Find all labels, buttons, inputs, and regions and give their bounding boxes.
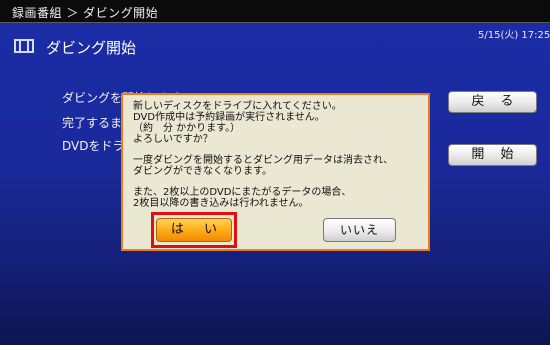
dialog-line: 一度ダビングを開始するとダビング用データは消去され、 [133,155,394,166]
no-button[interactable]: いいえ [323,218,396,242]
start-button[interactable]: 開 始 [448,144,537,166]
datetime-display: 5/15(火) 17:25 [478,30,550,41]
dialog-line: （約 分 かかります。） [133,123,241,134]
dialog-line: また、2枚以上のDVDにまたがるデータの場合、 [133,187,352,198]
yes-button[interactable]: は い [156,218,232,242]
film-icon [14,39,34,53]
dialog-line: 2枚目以降の書き込みは行われません。 [133,198,309,209]
back-button[interactable]: 戻 る [448,91,537,113]
title-bar: 録画番組 ＞ ダビング開始 [0,0,550,23]
breadcrumb: 録画番組 ＞ ダビング開始 [12,6,159,20]
dialog-line: ダビングができなくなります。 [133,166,272,177]
dubbing-screen: { "header": { "breadcrumb": "録画番組 ＞ ダビング… [0,0,550,345]
dialog-line: DVD作成中は予約録画が実行されません。 [133,112,325,123]
dialog-line: よろしいですか？ [133,134,213,145]
page-title: ダビング開始 [46,39,137,57]
dialog-line: 新しいディスクをドライブに入れてください。 [133,101,342,112]
